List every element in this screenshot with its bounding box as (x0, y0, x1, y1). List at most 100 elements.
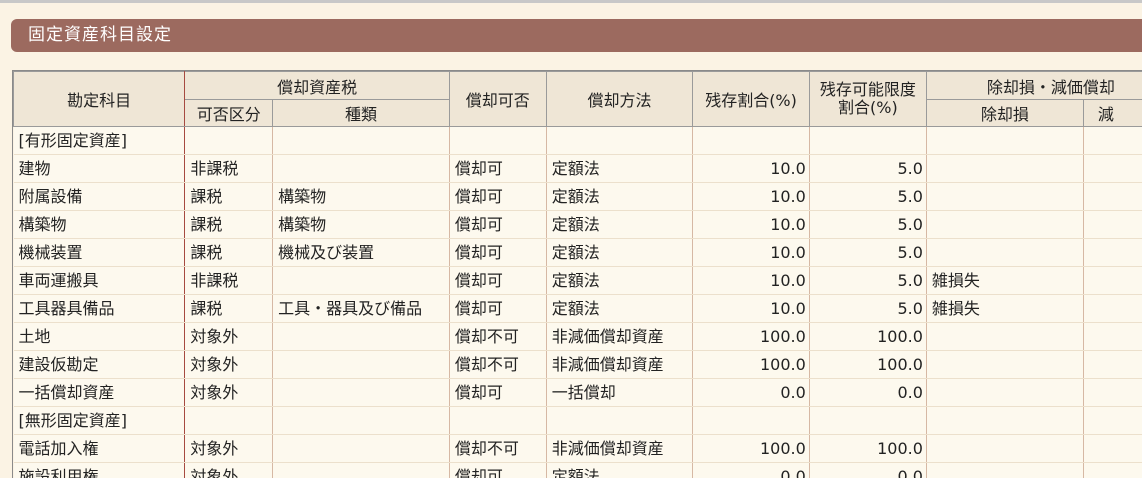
cell-tax-type[interactable] (273, 155, 450, 183)
header-disposal-loss[interactable]: 除却損 (926, 100, 1083, 127)
cell-disposal[interactable] (926, 379, 1083, 407)
header-tax-class[interactable]: 可否区分 (185, 100, 273, 127)
cell-disposal[interactable] (926, 183, 1083, 211)
header-tax-type[interactable]: 種類 (273, 100, 450, 127)
cell-tax-type[interactable] (273, 379, 450, 407)
cell-tax-class[interactable]: 課税 (185, 211, 273, 239)
cell-tax-class[interactable]: 非課税 (185, 155, 273, 183)
cell-disposal[interactable] (926, 211, 1083, 239)
cell-tax-type[interactable] (273, 267, 450, 295)
cell-impairment[interactable] (1083, 155, 1142, 183)
cell-limit[interactable]: 0.0 (809, 379, 926, 407)
cell-method[interactable]: 非減価償却資産 (546, 435, 693, 463)
cell-account[interactable]: 土地 (14, 323, 185, 351)
cell-impairment[interactable] (1083, 211, 1142, 239)
cell-disposal[interactable] (926, 323, 1083, 351)
cell-method[interactable]: 定額法 (546, 239, 693, 267)
cell-method[interactable]: 一括償却 (546, 379, 693, 407)
header-account[interactable]: 勘定科目 (14, 72, 185, 127)
cell-disposal[interactable] (926, 435, 1083, 463)
cell-tax-type[interactable] (273, 463, 450, 478)
cell-impairment[interactable] (1083, 463, 1142, 478)
table-row[interactable]: 電話加入権対象外償却不可非減価償却資産100.0100.0 (14, 435, 1142, 463)
cell-impairment[interactable] (1083, 183, 1142, 211)
cell-account[interactable]: 一括償却資産 (14, 379, 185, 407)
cell-depreciable[interactable]: 償却可 (449, 239, 546, 267)
cell-residual[interactable]: 100.0 (693, 435, 810, 463)
cell-limit[interactable]: 5.0 (809, 183, 926, 211)
table-row[interactable]: 一括償却資産対象外償却可一括償却0.00.0 (14, 379, 1142, 407)
header-impairment[interactable]: 減 (1083, 100, 1142, 127)
cell-tax-class[interactable]: 課税 (185, 295, 273, 323)
cell-depreciable[interactable]: 償却可 (449, 267, 546, 295)
cell-tax-type[interactable] (273, 435, 450, 463)
cell-account[interactable]: 建物 (14, 155, 185, 183)
cell-tax-class[interactable]: 課税 (185, 239, 273, 267)
cell-limit[interactable]: 0.0 (809, 463, 926, 478)
table-row[interactable]: 工具器具備品課税工具・器具及び備品償却可定額法10.05.0雑損失 (14, 295, 1142, 323)
cell-disposal[interactable] (926, 239, 1083, 267)
cell-limit[interactable]: 100.0 (809, 435, 926, 463)
cell-limit[interactable]: 5.0 (809, 155, 926, 183)
cell-disposal[interactable] (926, 155, 1083, 183)
cell-depreciable[interactable]: 償却可 (449, 295, 546, 323)
cell-depreciable[interactable]: 償却可 (449, 183, 546, 211)
cell-residual[interactable]: 100.0 (693, 351, 810, 379)
cell-impairment[interactable] (1083, 267, 1142, 295)
cell-residual[interactable]: 10.0 (693, 183, 810, 211)
cell-limit[interactable]: 5.0 (809, 211, 926, 239)
cell-residual[interactable]: 10.0 (693, 295, 810, 323)
cell-depreciable[interactable]: 償却可 (449, 463, 546, 478)
cell-impairment[interactable] (1083, 239, 1142, 267)
table-row[interactable]: 建設仮勘定対象外償却不可非減価償却資産100.0100.0 (14, 351, 1142, 379)
cell-method[interactable]: 定額法 (546, 155, 693, 183)
cell-impairment[interactable] (1083, 435, 1142, 463)
cell-tax-type[interactable] (273, 351, 450, 379)
cell-disposal[interactable]: 雑損失 (926, 295, 1083, 323)
table-row[interactable]: 構築物課税構築物償却可定額法10.05.0 (14, 211, 1142, 239)
cell-impairment[interactable] (1083, 295, 1142, 323)
table-row[interactable]: 附属設備課税構築物償却可定額法10.05.0 (14, 183, 1142, 211)
cell-residual[interactable]: 10.0 (693, 239, 810, 267)
cell-tax-class[interactable]: 課税 (185, 183, 273, 211)
cell-residual[interactable]: 10.0 (693, 267, 810, 295)
table-row[interactable]: 車両運搬具非課税償却可定額法10.05.0雑損失 (14, 267, 1142, 295)
table-row[interactable]: 土地対象外償却不可非減価償却資産100.0100.0 (14, 323, 1142, 351)
cell-limit[interactable]: 5.0 (809, 295, 926, 323)
cell-account[interactable]: 施設利用権 (14, 463, 185, 478)
cell-account[interactable]: 工具器具備品 (14, 295, 185, 323)
cell-limit[interactable]: 100.0 (809, 323, 926, 351)
section-row[interactable]: [無形固定資産] (14, 407, 1142, 435)
cell-tax-class[interactable]: 対象外 (185, 435, 273, 463)
cell-tax-class[interactable]: 対象外 (185, 323, 273, 351)
cell-impairment[interactable] (1083, 379, 1142, 407)
cell-depreciable[interactable]: 償却不可 (449, 323, 546, 351)
cell-method[interactable]: 非減価償却資産 (546, 351, 693, 379)
table-row[interactable]: 建物非課税 償却可定額法10.05.0 (14, 155, 1142, 183)
cell-tax-type[interactable]: 機械及び装置 (273, 239, 450, 267)
cell-method[interactable]: 定額法 (546, 267, 693, 295)
cell-depreciable[interactable]: 償却可 (449, 155, 546, 183)
cell-account[interactable]: 建設仮勘定 (14, 351, 185, 379)
cell-account[interactable]: 機械装置 (14, 239, 185, 267)
cell-method[interactable]: 定額法 (546, 295, 693, 323)
cell-impairment[interactable] (1083, 351, 1142, 379)
cell-impairment[interactable] (1083, 323, 1142, 351)
cell-method[interactable]: 定額法 (546, 463, 693, 478)
header-method[interactable]: 償却方法 (546, 72, 693, 127)
cell-depreciable[interactable]: 償却可 (449, 379, 546, 407)
cell-depreciable[interactable]: 償却不可 (449, 435, 546, 463)
cell-account[interactable]: 附属設備 (14, 183, 185, 211)
cell-tax-class[interactable]: 対象外 (185, 379, 273, 407)
cell-account[interactable]: 車両運搬具 (14, 267, 185, 295)
cell-disposal[interactable] (926, 463, 1083, 478)
cell-account[interactable]: 構築物 (14, 211, 185, 239)
cell-tax-type[interactable]: 工具・器具及び備品 (273, 295, 450, 323)
cell-method[interactable]: 定額法 (546, 211, 693, 239)
cell-residual[interactable]: 10.0 (693, 155, 810, 183)
cell-residual[interactable]: 10.0 (693, 211, 810, 239)
cell-method[interactable]: 定額法 (546, 183, 693, 211)
cell-depreciable[interactable]: 償却可 (449, 211, 546, 239)
cell-disposal[interactable]: 雑損失 (926, 267, 1083, 295)
cell-residual[interactable]: 100.0 (693, 323, 810, 351)
